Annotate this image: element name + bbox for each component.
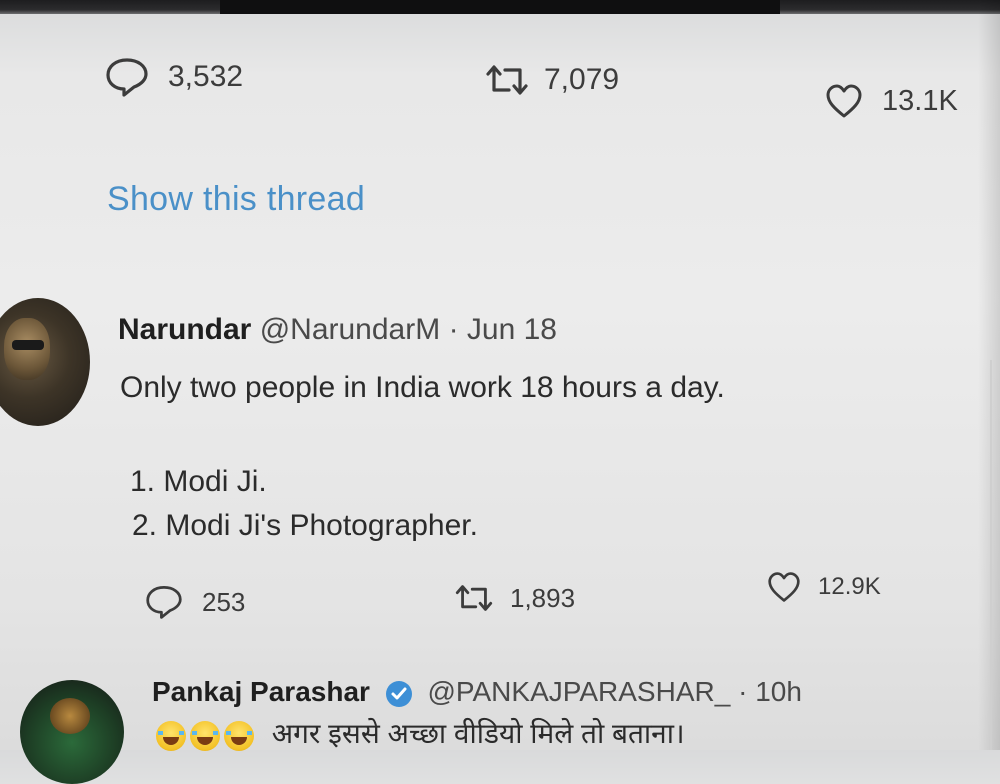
reply-count: 3,532 [168,60,244,93]
like-icon [826,84,862,118]
tweet-line-1: अगर इससे अच्छा वीडियो मिले तो बताना। [271,718,685,749]
retweet-button[interactable]: 1,893 [452,582,575,614]
screen-edge-shadow [978,0,1000,750]
tweet-line-1: Only two people in India work 18 hours a… [120,371,725,404]
laughing-emoji-icon [224,720,254,751]
author-handle[interactable]: @PANKAJPARASHAR_ [427,676,730,707]
tweet-time[interactable]: 10h [755,676,802,707]
reply-icon [106,58,148,97]
tweet-line-spacer [120,410,725,460]
reply-icon [146,586,182,619]
laughing-emoji-icon [156,720,186,751]
tweet-line-3: 2. Modi Ji's Photographer. [132,509,478,542]
like-button[interactable]: 13.1K [824,82,958,120]
author-name[interactable]: Pankaj Parashar [152,676,370,707]
show-thread-link[interactable]: Show this thread [107,180,365,219]
retweet-count: 1,893 [510,582,576,613]
tweet-date[interactable]: Jun 18 [467,313,557,346]
like-count: 12.9K [818,573,881,600]
monitor-bezel [0,0,1000,14]
meta-separator: · [738,676,748,707]
timeline-divider [990,360,992,750]
like-icon [768,572,800,602]
avatar[interactable] [20,680,124,784]
author-handle[interactable]: @NarundarM [260,313,441,346]
tweet-line-2: 1. Modi Ji. [130,465,267,498]
verified-badge-icon [385,680,412,707]
retweet-count: 7,079 [544,63,620,96]
like-button[interactable]: 12.9K [766,570,881,604]
author-name[interactable]: Narundar [118,313,251,346]
avatar-glasses [12,340,44,350]
reply-button[interactable]: 253 [144,584,245,620]
like-count: 13.1K [882,84,958,117]
tweet-text: Only two people in India work 18 hours a… [120,366,725,548]
retweet-icon [455,585,493,611]
reply-count: 253 [202,586,246,617]
laughing-emoji-icon [190,720,220,751]
reply-button[interactable]: 3,532 [104,56,243,98]
tweet-header: Pankaj Parashar @PANKAJPARASHAR_ · 10h [152,676,802,709]
avatar[interactable] [0,298,90,426]
tweet-text: अगर इससे अच्छा वीडियो मिले तो बताना। [156,714,685,754]
tweet-header: Narundar @NarundarM · Jun 18 [118,313,557,347]
retweet-icon [486,65,528,95]
retweet-button[interactable]: 7,079 [482,62,619,98]
avatar-shape [50,698,90,734]
meta-separator: · [448,313,459,346]
